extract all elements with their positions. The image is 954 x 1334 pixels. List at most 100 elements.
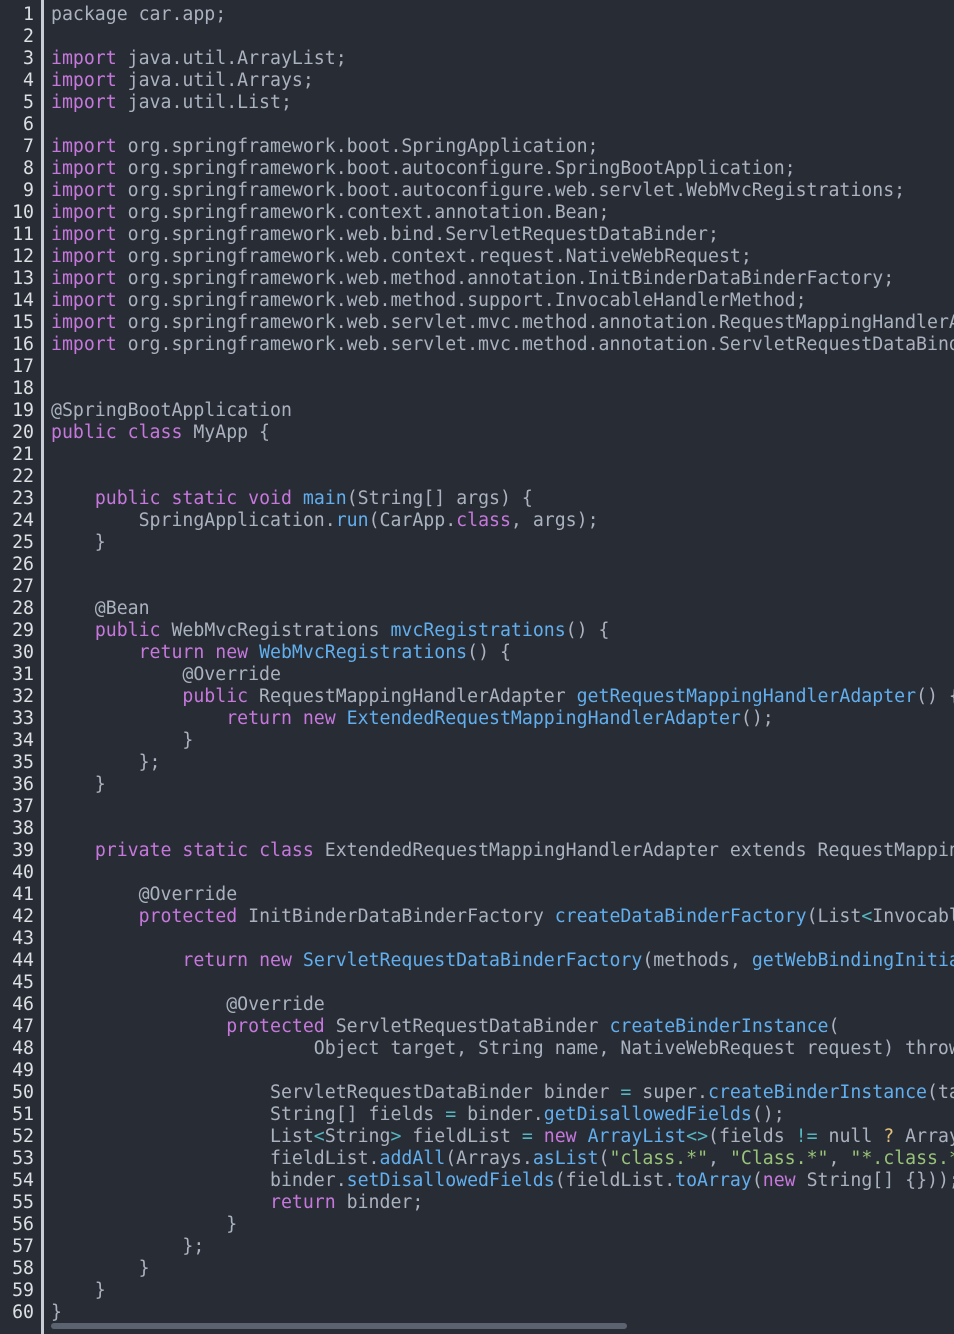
code-token: fieldList. bbox=[51, 1148, 380, 1169]
code-token: return bbox=[138, 642, 205, 663]
code-line[interactable]: String[] fields = binder.getDisallowedFi… bbox=[51, 1104, 954, 1126]
code-line[interactable]: } bbox=[51, 532, 954, 554]
code-token: , bbox=[828, 1148, 851, 1169]
code-line[interactable]: import java.util.ArrayList; bbox=[51, 48, 954, 70]
code-line[interactable]: public class MyApp { bbox=[51, 422, 954, 444]
code-line[interactable]: @Override bbox=[51, 994, 954, 1016]
code-line[interactable]: public static void main(String[] args) { bbox=[51, 488, 954, 510]
code-line[interactable] bbox=[51, 818, 954, 840]
code-line[interactable]: return new WebMvcRegistrations() { bbox=[51, 642, 954, 664]
code-line[interactable]: binder.setDisallowedFields(fieldList.toA… bbox=[51, 1170, 954, 1192]
code-line[interactable] bbox=[51, 356, 954, 378]
code-area[interactable]: package car.app; import java.util.ArrayLi… bbox=[51, 4, 954, 1324]
line-number: 30 bbox=[12, 642, 34, 663]
code-token: toArray bbox=[675, 1170, 752, 1191]
code-line[interactable]: import org.springframework.web.bind.Serv… bbox=[51, 224, 954, 246]
line-number: 40 bbox=[12, 862, 34, 883]
code-line[interactable]: @SpringBootApplication bbox=[51, 400, 954, 422]
code-editor[interactable]: 1 2 3 4 5 6 7 8 9 10 11 12 13 14 15 16 17 18 19 20 21 22 23 24 2… bbox=[0, 0, 954, 1334]
code-line[interactable]: public WebMvcRegistrations mvcRegistrati… bbox=[51, 620, 954, 642]
code-line[interactable]: } bbox=[51, 1214, 954, 1236]
code-line[interactable]: import org.springframework.boot.autoconf… bbox=[51, 180, 954, 202]
code-line[interactable]: @Override bbox=[51, 884, 954, 906]
code-line[interactable]: return new ServletRequestDataBinderFacto… bbox=[51, 950, 954, 972]
code-token: org.springframework.web.context.request.… bbox=[116, 246, 752, 267]
line-number: 53 bbox=[12, 1148, 34, 1169]
code-token: MyApp { bbox=[182, 422, 271, 443]
code-line[interactable]: } bbox=[51, 1280, 954, 1302]
code-token: } bbox=[51, 1258, 150, 1279]
code-line[interactable]: } bbox=[51, 774, 954, 796]
code-token: super. bbox=[631, 1082, 708, 1103]
line-number: 14 bbox=[12, 290, 34, 311]
code-line[interactable]: import org.springframework.context.annot… bbox=[51, 202, 954, 224]
code-line[interactable] bbox=[51, 26, 954, 48]
code-line[interactable] bbox=[51, 576, 954, 598]
code-line[interactable]: import org.springframework.boot.SpringAp… bbox=[51, 136, 954, 158]
code-line[interactable] bbox=[51, 972, 954, 994]
code-line[interactable]: SpringApplication.run(CarApp.class, args… bbox=[51, 510, 954, 532]
code-line[interactable]: import org.springframework.web.method.su… bbox=[51, 290, 954, 312]
line-number: 36 bbox=[12, 774, 34, 795]
code-line[interactable] bbox=[51, 1060, 954, 1082]
code-token: org.springframework.web.method.annotatio… bbox=[116, 268, 895, 289]
code-token: import bbox=[51, 246, 117, 267]
code-line[interactable]: } bbox=[51, 1258, 954, 1280]
code-token: != bbox=[795, 1126, 818, 1147]
code-line[interactable]: }; bbox=[51, 752, 954, 774]
code-line[interactable]: return new ExtendedRequestMappingHandler… bbox=[51, 708, 954, 730]
code-line[interactable]: package car.app; bbox=[51, 4, 954, 26]
code-token: createDataBinderFactory bbox=[554, 906, 807, 927]
code-token: "class.*" bbox=[609, 1148, 709, 1169]
code-line[interactable]: @Bean bbox=[51, 598, 954, 620]
code-line[interactable]: ServletRequestDataBinder binder = super.… bbox=[51, 1082, 954, 1104]
code-line[interactable]: import java.util.List; bbox=[51, 92, 954, 114]
code-line[interactable]: import org.springframework.web.context.r… bbox=[51, 246, 954, 268]
code-token: (methods, bbox=[642, 950, 752, 971]
code-line[interactable]: Object target, String name, NativeWebReq… bbox=[51, 1038, 954, 1060]
code-line[interactable] bbox=[51, 114, 954, 136]
code-token: = bbox=[620, 1082, 632, 1103]
code-line[interactable]: @Override bbox=[51, 664, 954, 686]
code-line[interactable] bbox=[51, 378, 954, 400]
code-token: public bbox=[51, 422, 117, 443]
code-line[interactable] bbox=[51, 444, 954, 466]
code-line[interactable]: }; bbox=[51, 1236, 954, 1258]
code-line[interactable]: import org.springframework.web.servlet.m… bbox=[51, 312, 954, 334]
code-line[interactable] bbox=[51, 554, 954, 576]
code-token: getWebBindingInitializer bbox=[751, 950, 954, 971]
code-line[interactable]: import org.springframework.boot.autoconf… bbox=[51, 158, 954, 180]
code-token: } bbox=[51, 774, 106, 795]
code-line[interactable]: List<String> fieldList = new ArrayList<>… bbox=[51, 1126, 954, 1148]
code-line[interactable]: protected InitBinderDataBinderFactory cr… bbox=[51, 906, 954, 928]
horizontal-scrollbar[interactable] bbox=[51, 1323, 627, 1329]
code-line[interactable]: fieldList.addAll(Arrays.asList("class.*"… bbox=[51, 1148, 954, 1170]
code-token: Object target, String name, NativeWebReq… bbox=[313, 1038, 954, 1059]
code-token: import bbox=[51, 70, 117, 91]
code-line[interactable]: import org.springframework.web.servlet.m… bbox=[51, 334, 954, 356]
code-line[interactable] bbox=[51, 928, 954, 950]
code-line[interactable]: } bbox=[51, 730, 954, 752]
code-line[interactable]: public RequestMappingHandlerAdapter getR… bbox=[51, 686, 954, 708]
code-line[interactable]: private static class ExtendedRequestMapp… bbox=[51, 840, 954, 862]
code-token: , bbox=[708, 1148, 730, 1169]
code-line[interactable] bbox=[51, 466, 954, 488]
line-number: 3 bbox=[23, 48, 34, 69]
code-line[interactable]: import java.util.Arrays; bbox=[51, 70, 954, 92]
code-line[interactable] bbox=[51, 862, 954, 884]
code-line[interactable]: protected ServletRequestDataBinder creat… bbox=[51, 1016, 954, 1038]
code-token: WebMvcRegistrations bbox=[160, 620, 391, 641]
line-number: 17 bbox=[12, 356, 34, 377]
code-line[interactable] bbox=[51, 796, 954, 818]
code-token: binder; bbox=[335, 1192, 424, 1213]
code-line[interactable]: import org.springframework.web.method.an… bbox=[51, 268, 954, 290]
code-token: }; bbox=[51, 1236, 205, 1257]
code-line[interactable]: } bbox=[51, 1302, 954, 1324]
line-number: 48 bbox=[12, 1038, 34, 1059]
code-line[interactable]: return binder; bbox=[51, 1192, 954, 1214]
line-number: 9 bbox=[23, 180, 34, 201]
